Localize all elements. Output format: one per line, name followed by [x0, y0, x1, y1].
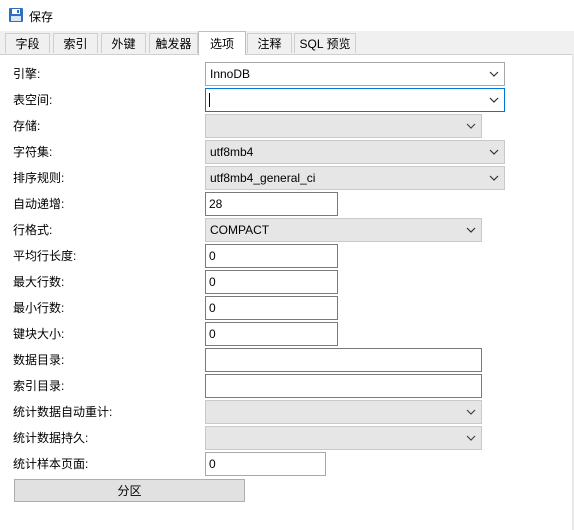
storage-label: 存储:: [13, 119, 41, 133]
save-label: 保存: [29, 9, 54, 24]
tab-fields[interactable]: 字段: [5, 33, 50, 53]
engine-label: 引擎:: [13, 67, 41, 81]
chevron-down-icon: [466, 227, 476, 233]
stats-auto-recalc-label: 统计数据自动重计:: [13, 405, 113, 419]
stats-sample-pages-value: 0: [209, 457, 216, 471]
avg-row-length-input[interactable]: 0: [205, 244, 338, 268]
tab-triggers[interactable]: 触发器: [149, 33, 198, 53]
min-rows-value: 0: [209, 301, 216, 315]
stats-sample-pages-label: 统计样本页面:: [13, 457, 89, 471]
engine-value: InnoDB: [210, 67, 251, 81]
tab-comment[interactable]: 注释: [247, 33, 292, 53]
collation-value: utf8mb4_general_ci: [210, 171, 316, 185]
auto-increment-value: 28: [209, 197, 223, 211]
chevron-down-icon: [466, 409, 476, 415]
tablespace-select[interactable]: [205, 88, 505, 112]
stats-auto-recalc-select[interactable]: [205, 400, 482, 424]
text-caret: [209, 93, 210, 107]
charset-select[interactable]: utf8mb4: [205, 140, 505, 164]
collation-label: 排序规则:: [13, 171, 65, 185]
auto-increment-label: 自动递增:: [13, 197, 65, 211]
index-directory-input[interactable]: [205, 374, 482, 398]
chevron-down-icon: [489, 97, 499, 103]
stats-sample-pages-input[interactable]: 0: [205, 452, 326, 476]
tab-indexes[interactable]: 索引: [53, 33, 98, 53]
key-block-size-input[interactable]: 0: [205, 322, 338, 346]
row-format-value: COMPACT: [210, 223, 270, 237]
charset-value: utf8mb4: [210, 145, 254, 159]
partition-button[interactable]: 分区: [14, 479, 245, 502]
chevron-down-icon: [466, 123, 476, 129]
charset-label: 字符集:: [13, 145, 53, 159]
chevron-down-icon: [489, 175, 499, 181]
chevron-down-icon: [489, 149, 499, 155]
auto-increment-input[interactable]: 28: [205, 192, 338, 216]
tablespace-label: 表空间:: [13, 93, 53, 107]
avg-row-length-value: 0: [209, 249, 216, 263]
row-format-label: 行格式:: [13, 223, 53, 237]
key-block-size-label: 键块大小:: [13, 327, 65, 341]
max-rows-label: 最大行数:: [13, 275, 65, 289]
save-icon: [8, 7, 24, 26]
chevron-down-icon: [466, 435, 476, 441]
tab-foreign-keys[interactable]: 外键: [101, 33, 146, 53]
key-block-size-value: 0: [209, 327, 216, 341]
min-rows-label: 最小行数:: [13, 301, 65, 315]
data-directory-input[interactable]: [205, 348, 482, 372]
stats-persistent-select[interactable]: [205, 426, 482, 450]
data-directory-label: 数据目录:: [13, 353, 65, 367]
collation-select[interactable]: utf8mb4_general_ci: [205, 166, 505, 190]
storage-select[interactable]: [205, 114, 482, 138]
tab-options[interactable]: 选项: [198, 31, 246, 55]
row-format-select[interactable]: COMPACT: [205, 218, 482, 242]
avg-row-length-label: 平均行长度:: [13, 249, 77, 263]
save-button[interactable]: 保存: [8, 6, 53, 26]
min-rows-input[interactable]: 0: [205, 296, 338, 320]
tab-bar: 字段 索引 外键 触发器 选项 注释 SQL 预览: [0, 31, 574, 55]
tab-sql-preview[interactable]: SQL 预览: [294, 33, 356, 53]
toolbar: 保存: [0, 0, 574, 31]
chevron-down-icon: [489, 71, 499, 77]
max-rows-value: 0: [209, 275, 216, 289]
index-directory-label: 索引目录:: [13, 379, 65, 393]
stats-persistent-label: 统计数据持久:: [13, 431, 89, 445]
engine-select[interactable]: InnoDB: [205, 62, 505, 86]
max-rows-input[interactable]: 0: [205, 270, 338, 294]
